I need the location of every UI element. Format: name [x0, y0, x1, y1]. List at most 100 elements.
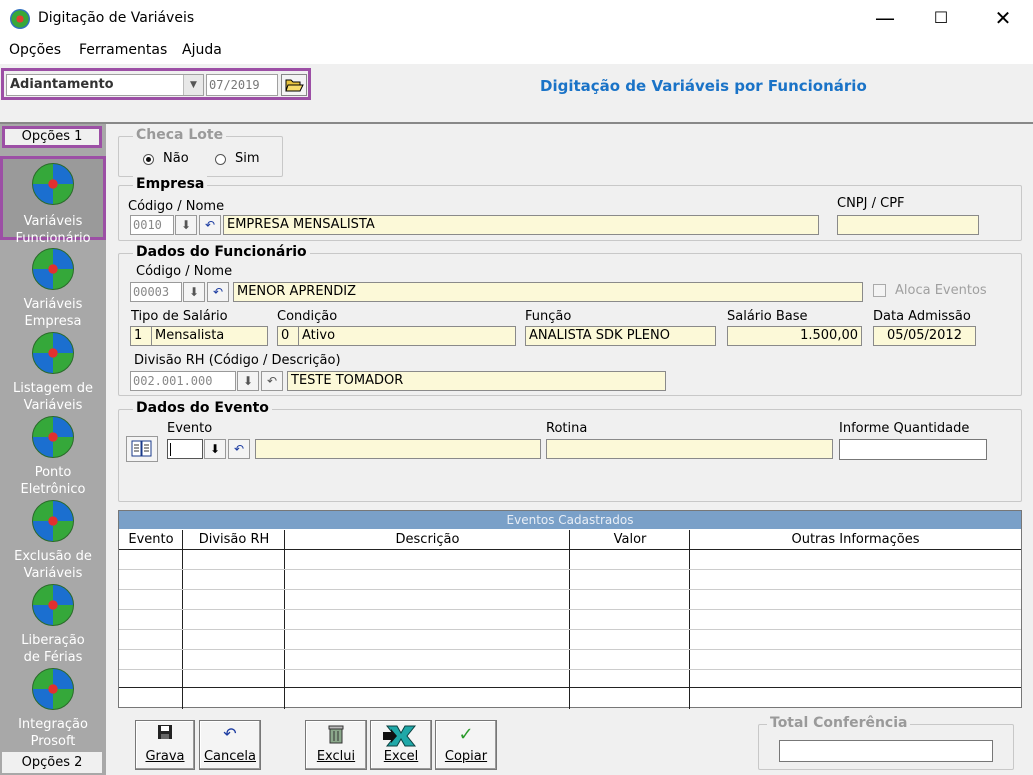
- sidebar-item-label: Eletrônico: [20, 482, 86, 497]
- funcionario-title: Dados do Funcionário: [133, 244, 310, 260]
- open-folder-button[interactable]: [281, 74, 307, 96]
- sidebar: Opções 1 Variáveis Funcionário Variáveis…: [0, 124, 106, 775]
- column-header-evento[interactable]: Evento: [119, 530, 183, 550]
- sidebar-item-variaveis-funcionario[interactable]: Variáveis Funcionário: [0, 156, 106, 246]
- divisao-rh-label: Divisão RH (Código / Descrição): [134, 353, 341, 368]
- table-row[interactable]: [119, 669, 1021, 670]
- period-select-value: Adiantamento: [10, 77, 114, 92]
- cancela-label: Cancela: [203, 749, 256, 764]
- total-conferencia-group: Total Conferência: [758, 715, 1014, 770]
- title-bar: Digitação de Variáveis — ☐ ✕: [0, 0, 1033, 38]
- sidebar-group-opcoes-2[interactable]: Opções 2: [2, 752, 102, 773]
- excel-button[interactable]: Excel: [370, 720, 432, 770]
- variaveis-funcionario-icon: [32, 163, 74, 205]
- period-select[interactable]: Adiantamento ▼: [6, 74, 204, 96]
- empresa-search-button[interactable]: ⬇: [175, 215, 197, 235]
- funcao-field[interactable]: ANALISTA SDK PLENO: [525, 326, 716, 346]
- listagem-variaveis-icon: [32, 332, 74, 374]
- divisao-rh-code-input[interactable]: 002.001.000: [130, 371, 236, 391]
- exclui-button[interactable]: Exclui: [305, 720, 367, 770]
- download-arrow-icon: ⬇: [209, 442, 221, 456]
- sidebar-group-opcoes-1[interactable]: Opções 1: [2, 126, 102, 148]
- evento-undo-button[interactable]: ↶: [228, 439, 250, 459]
- sidebar-item-integracao-prosoft[interactable]: Integração Prosoft: [0, 668, 106, 752]
- cancela-button[interactable]: ↶ Cancela: [199, 720, 261, 770]
- sidebar-item-listagem-variaveis[interactable]: Listagem de Variáveis: [0, 332, 106, 416]
- menu-opcoes[interactable]: Opções: [9, 42, 61, 58]
- copiar-button[interactable]: ✓ Copiar: [435, 720, 497, 770]
- table-row[interactable]: [119, 629, 1021, 630]
- funcionario-name-field[interactable]: MENOR APRENDIZ: [233, 282, 863, 302]
- tipo-salario-desc[interactable]: Mensalista: [151, 326, 268, 346]
- divisao-rh-undo-button[interactable]: ↶: [261, 371, 283, 391]
- condicao-label: Condição: [277, 309, 338, 324]
- evento-title: Dados do Evento: [133, 400, 272, 416]
- column-header-descricao[interactable]: Descrição: [285, 530, 570, 550]
- total-conferencia-title: Total Conferência: [767, 715, 911, 731]
- variaveis-empresa-icon: [32, 248, 74, 290]
- undo-icon: ↶: [266, 374, 278, 388]
- column-divider: [182, 530, 183, 709]
- period-date-input[interactable]: 07/2019: [206, 74, 278, 96]
- evento-code-input[interactable]: [167, 439, 203, 459]
- chevron-down-icon[interactable]: ▼: [183, 75, 203, 95]
- minimize-button[interactable]: —: [862, 0, 908, 36]
- sidebar-item-exclusao-variaveis[interactable]: Exclusão de Variáveis: [0, 500, 106, 584]
- sidebar-item-liberacao-ferias[interactable]: Liberação de Férias: [0, 584, 106, 668]
- tipo-salario-code[interactable]: 1: [130, 326, 152, 346]
- checa-lote-group: Checa Lote Não Sim: [118, 127, 283, 177]
- ponto-eletronico-icon: [32, 416, 74, 458]
- rotina-field[interactable]: [546, 439, 833, 459]
- eventos-table: Eventos Cadastrados Evento Divisão RH De…: [118, 510, 1022, 709]
- empresa-code-input[interactable]: 0010: [130, 215, 174, 235]
- column-header-valor[interactable]: Valor: [570, 530, 690, 550]
- evento-desc-field[interactable]: [255, 439, 541, 459]
- aloca-eventos-label: Aloca Eventos: [895, 283, 987, 298]
- evento-label: Evento: [167, 421, 213, 436]
- empresa-undo-button[interactable]: ↶: [199, 215, 221, 235]
- empresa-name-field[interactable]: EMPRESA MENSALISTA: [223, 215, 819, 235]
- sidebar-item-label: Ponto: [34, 465, 72, 480]
- table-row[interactable]: [119, 649, 1021, 650]
- condicao-desc[interactable]: Ativo: [298, 326, 516, 346]
- integracao-prosoft-icon: [32, 668, 74, 710]
- salario-base-field[interactable]: 1.500,00: [727, 326, 862, 346]
- grava-button[interactable]: Grava: [135, 720, 195, 770]
- sidebar-item-label: de Férias: [23, 650, 83, 665]
- column-header-outras-informacoes[interactable]: Outras Informações: [690, 530, 1021, 550]
- funcionario-undo-button[interactable]: ↶: [207, 282, 229, 302]
- quantidade-input[interactable]: [839, 439, 987, 460]
- divisao-rh-desc-field[interactable]: TESTE TOMADOR: [287, 371, 666, 391]
- close-button[interactable]: ✕: [980, 0, 1026, 36]
- table-row[interactable]: [119, 569, 1021, 570]
- undo-icon: ↶: [223, 724, 237, 743]
- evento-search-button[interactable]: ⬇: [204, 439, 226, 459]
- sidebar-item-label: Integração: [18, 717, 88, 732]
- condicao-code[interactable]: 0: [277, 326, 299, 346]
- maximize-button[interactable]: ☐: [918, 0, 964, 36]
- divisao-rh-search-button[interactable]: ⬇: [237, 371, 259, 391]
- sidebar-item-label: Prosoft: [30, 734, 76, 749]
- table-row[interactable]: [119, 609, 1021, 610]
- funcionario-search-button[interactable]: ⬇: [183, 282, 205, 302]
- data-admissao-label: Data Admissão: [873, 309, 971, 324]
- divider: [0, 122, 1033, 124]
- sidebar-item-label: Variáveis: [23, 214, 83, 229]
- radio-nao[interactable]: [143, 154, 154, 165]
- window-title: Digitação de Variáveis: [38, 10, 195, 26]
- app-logo-icon: [10, 9, 30, 29]
- data-admissao-field[interactable]: 05/05/2012: [873, 326, 976, 346]
- table-row[interactable]: [119, 589, 1021, 590]
- period-filter: Adiantamento ▼ 07/2019: [1, 68, 311, 100]
- cnpj-label: CNPJ / CPF: [837, 196, 905, 211]
- radio-sim[interactable]: [215, 154, 226, 165]
- event-list-button[interactable]: [126, 436, 158, 462]
- sidebar-item-ponto-eletronico[interactable]: Ponto Eletrônico: [0, 416, 106, 500]
- cnpj-field[interactable]: [837, 215, 979, 235]
- column-header-divisao-rh[interactable]: Divisão RH: [183, 530, 285, 550]
- menu-ajuda[interactable]: Ajuda: [182, 42, 222, 58]
- aloca-eventos-checkbox[interactable]: [873, 284, 886, 297]
- menu-ferramentas[interactable]: Ferramentas: [79, 42, 167, 58]
- funcionario-code-input[interactable]: 00003: [130, 282, 182, 302]
- sidebar-item-variaveis-empresa[interactable]: Variáveis Empresa: [0, 248, 106, 332]
